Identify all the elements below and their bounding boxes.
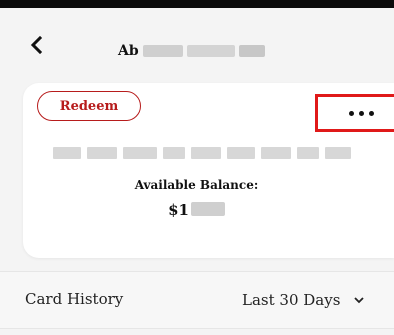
history-period-value: Last 30 Days [242,291,341,309]
card-history-row: Card History Last 30 Days [0,271,394,329]
redacted-balance [190,202,225,216]
redacted-title-part [186,45,235,57]
page-title: Ab [118,41,265,61]
redacted-title-part [142,45,183,57]
chevron-down-icon [354,296,365,303]
redeem-button[interactable]: Redeem [37,91,141,121]
page-title-text: Ab [118,43,139,59]
chevron-left-icon [30,36,42,54]
card-history-label: Card History [25,290,124,308]
balance-amount: $1 [23,201,370,219]
status-bar [0,0,394,8]
top-nav-bar: Ab [0,8,394,78]
balance-label: Available Balance: [134,178,259,192]
back-button[interactable] [26,34,46,56]
history-period-dropdown[interactable]: Last 30 Days [242,288,365,312]
gift-card-panel: Redeem Available Balance: $1 [23,83,394,258]
redacted-card-number [53,147,363,159]
more-horizontal-icon [348,110,374,116]
more-options-button[interactable] [315,94,394,132]
redacted-title-part [238,45,265,57]
balance-amount-visible: $1 [168,201,189,219]
